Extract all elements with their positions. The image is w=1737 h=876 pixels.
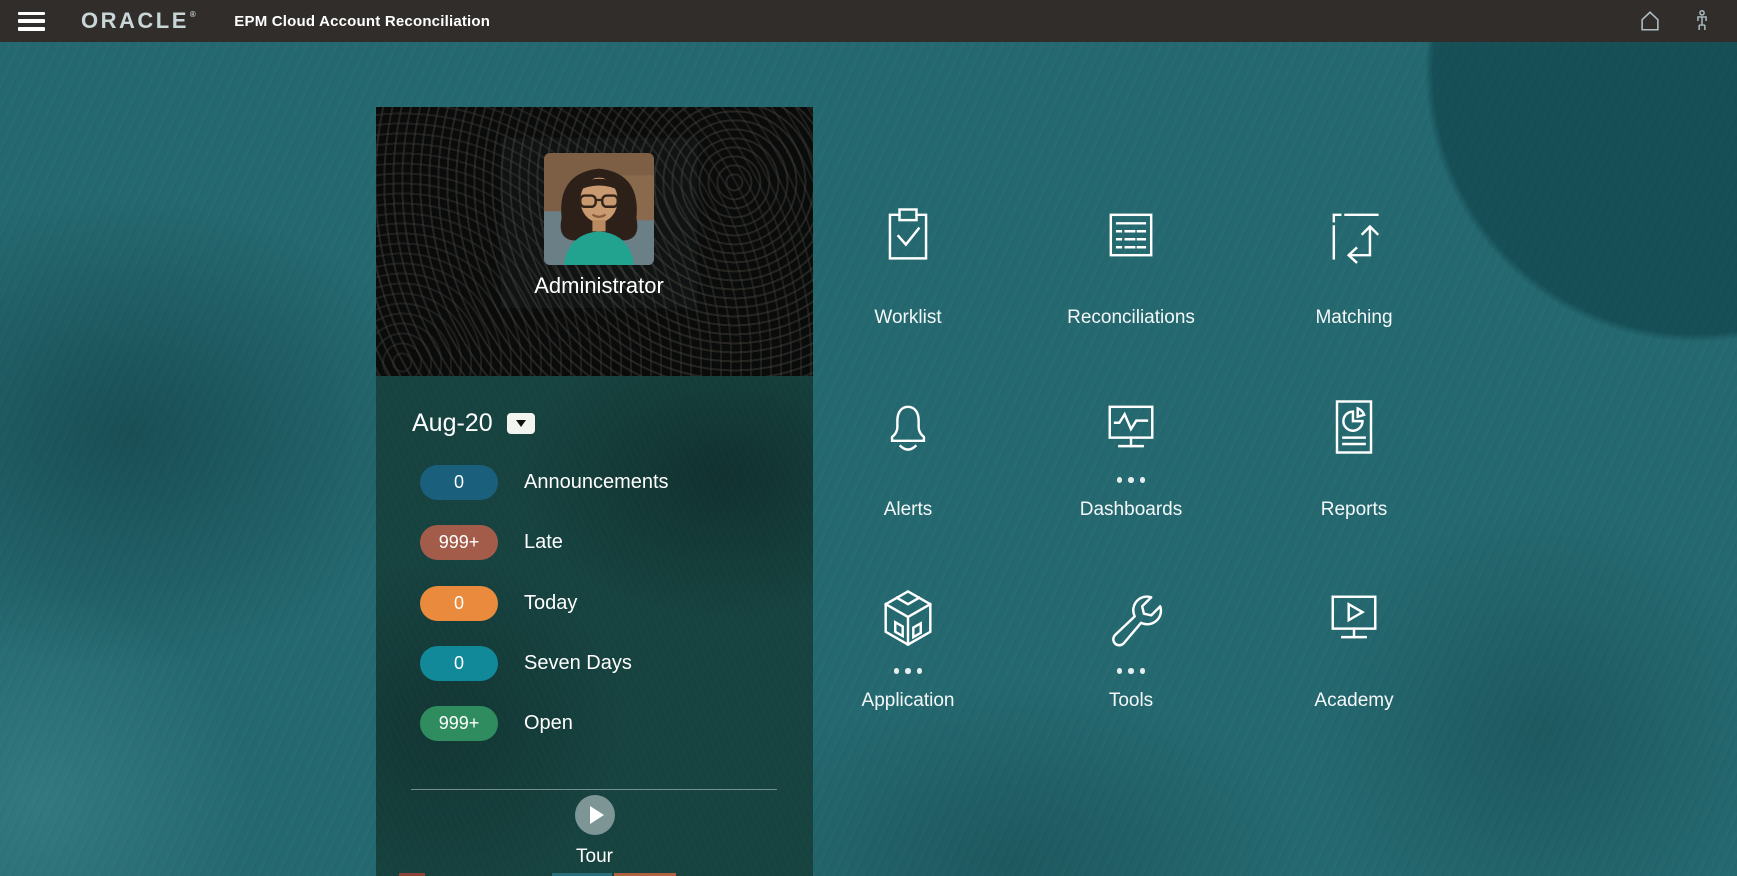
profile-card: Administrator [501, 138, 697, 308]
accessibility-user-icon[interactable] [1685, 4, 1719, 38]
reconciliations-icon [1097, 201, 1165, 269]
stat-label: Announcements [524, 471, 669, 493]
count-badge: 0 [420, 465, 498, 500]
menu-hamburger-icon[interactable] [18, 11, 45, 31]
registered-mark: ® [189, 10, 199, 19]
tile-label: Tools [1108, 690, 1154, 711]
tile-alerts[interactable]: Alerts [818, 393, 998, 521]
tile-label: Matching [1315, 307, 1393, 328]
avatar [544, 153, 654, 265]
tile-label: Academy [1314, 690, 1394, 711]
stat-row-seven-days[interactable]: 0 Seven Days [420, 646, 632, 681]
user-name: Administrator [534, 273, 664, 298]
worklist-icon [874, 201, 942, 269]
matching-icon [1320, 201, 1388, 269]
stat-label: Seven Days [524, 652, 632, 674]
tile-label: Application [861, 690, 955, 711]
stat-row-today[interactable]: 0 Today [420, 586, 577, 621]
tile-tools[interactable]: Tools [1041, 584, 1221, 712]
more-dots [1116, 477, 1146, 483]
more-dots [1116, 668, 1146, 674]
tile-label: Reports [1320, 499, 1388, 520]
dashboards-icon [1097, 393, 1165, 461]
divider [411, 789, 777, 790]
top-bar: ORACLE ® EPM Cloud Account Reconciliatio… [0, 0, 1737, 42]
tile-reports[interactable]: Reports [1264, 393, 1444, 521]
stat-row-late[interactable]: 999+ Late [420, 525, 563, 560]
stat-label: Late [524, 531, 563, 553]
alerts-icon [874, 393, 942, 461]
play-icon [574, 795, 615, 835]
count-badge: 0 [420, 586, 498, 621]
reports-icon [1320, 393, 1388, 461]
tour-label: Tour [576, 846, 613, 867]
status-section: Aug-20 0 Announcements 999+ Late 0 Today… [376, 376, 813, 876]
count-badge: 999+ [420, 525, 498, 560]
tile-matching[interactable]: Matching [1264, 201, 1444, 329]
summary-panel: Administrator Aug-20 0 Announcements 999… [376, 107, 813, 876]
stat-row-announcements[interactable]: 0 Announcements [420, 465, 669, 500]
chevron-down-icon[interactable] [506, 413, 535, 434]
tile-label: Dashboards [1079, 499, 1183, 520]
tour-button[interactable]: Tour [376, 795, 813, 868]
tile-label: Reconciliations [1067, 307, 1195, 328]
stat-row-open[interactable]: 999+ Open [420, 706, 573, 741]
tile-academy[interactable]: Academy [1264, 584, 1444, 712]
tools-icon [1097, 584, 1165, 652]
count-badge: 0 [420, 646, 498, 681]
application-icon [874, 584, 942, 652]
more-dots [893, 668, 923, 674]
tile-application[interactable]: Application [818, 584, 998, 712]
home-icon[interactable] [1633, 4, 1667, 38]
tile-label: Worklist [874, 307, 942, 328]
profile-section: Administrator [376, 107, 813, 376]
academy-icon [1320, 584, 1388, 652]
count-badge: 999+ [420, 706, 498, 741]
stat-label: Today [524, 592, 578, 614]
tile-reconciliations[interactable]: Reconciliations [1041, 201, 1221, 329]
period-selector[interactable]: Aug-20 [412, 409, 535, 438]
oracle-logo: ORACLE ® [81, 8, 198, 34]
tile-worklist[interactable]: Worklist [818, 201, 998, 329]
tile-label: Alerts [883, 499, 933, 520]
period-label: Aug-20 [412, 409, 493, 437]
oracle-logo-text: ORACLE [81, 8, 189, 33]
tile-dashboards[interactable]: Dashboards [1041, 393, 1221, 521]
stat-label: Open [524, 712, 573, 734]
app-title: EPM Cloud Account Reconciliation [234, 12, 491, 30]
